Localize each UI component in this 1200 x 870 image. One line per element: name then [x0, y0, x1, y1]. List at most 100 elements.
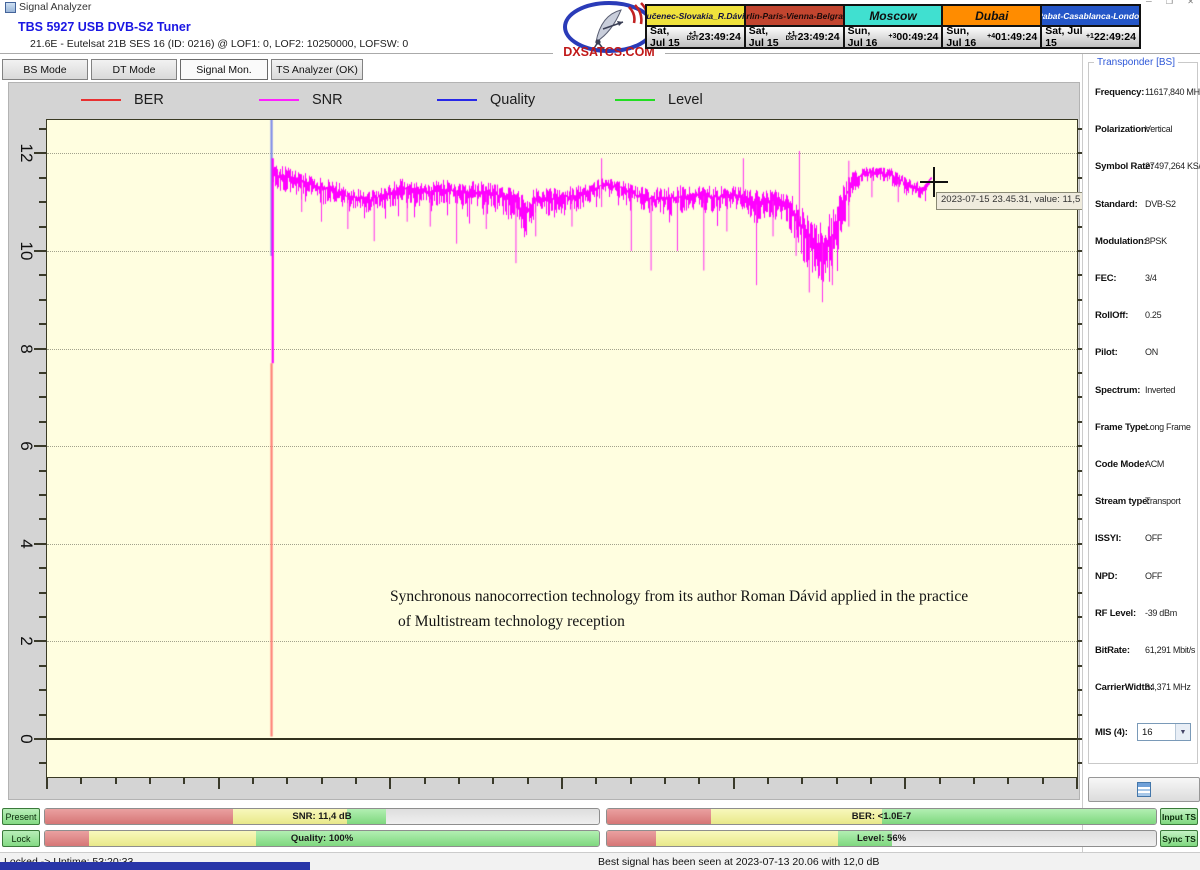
- axis-tick: [39, 616, 46, 618]
- field-value: OFF: [1145, 571, 1162, 581]
- mode-tabs: BS ModeDT ModeSignal Mon.TS Analyzer (OK…: [2, 59, 363, 80]
- clock-city-label: Dubai: [943, 6, 1040, 27]
- snr-trace-canvas: [47, 120, 1077, 777]
- axis-tick: [458, 778, 460, 784]
- axis-tick: [39, 372, 46, 374]
- axis-tick: [492, 778, 494, 784]
- taskbar-fragment[interactable]: [0, 862, 310, 870]
- axis-tick: [39, 470, 46, 472]
- axis-tick: [39, 567, 46, 569]
- chart-plot-area[interactable]: Synchronous nanocorrection technology fr…: [46, 119, 1078, 778]
- legend-swatch: [259, 99, 299, 101]
- axis-tick: [424, 778, 426, 784]
- axis-tick: [595, 778, 597, 784]
- legend-item-quality: Quality: [437, 92, 615, 108]
- clock-moscow: MoscowSun, Jul 16+300:49:24: [845, 6, 944, 47]
- clock-date: Sat, Jul 15: [749, 25, 786, 49]
- field-value: ON: [1145, 347, 1158, 357]
- clock-utc-offset: +1: [1086, 34, 1094, 40]
- clock-date: Sat, Jul 15: [650, 25, 687, 49]
- axis-tick: [836, 778, 838, 784]
- clock-city-label: Rabat-Casablanca-London: [1042, 6, 1139, 27]
- axis-tick: [80, 778, 82, 784]
- clock-time: Sun, Jul 16+300:49:24: [845, 27, 942, 47]
- app-icon: [5, 2, 16, 13]
- transponder-group-label: Transponder [BS]: [1094, 57, 1178, 68]
- field-value: Long Frame: [1145, 422, 1191, 432]
- tab-signal-mon-[interactable]: Signal Mon.: [180, 59, 268, 80]
- axis-tick: [973, 778, 975, 784]
- field-value: Vertical: [1145, 124, 1172, 134]
- input-ts-indicator[interactable]: Input TS: [1160, 808, 1198, 825]
- level-progress-bar: Level: 56%: [606, 830, 1157, 847]
- axis-tick: [39, 128, 46, 130]
- sync-ts-indicator[interactable]: Sync TS: [1160, 830, 1198, 847]
- stream-list-button[interactable]: [1088, 777, 1200, 802]
- clock-time: Sat, Jul 15+1DST23:49:24: [746, 27, 843, 47]
- field-label: Code Mode:: [1095, 459, 1147, 470]
- field-value: OFF: [1145, 533, 1162, 543]
- axis-tick: [39, 421, 46, 423]
- clock-city-label: Berlin-Paris-Vienna-Belgrade: [746, 6, 843, 27]
- axis-tick: [39, 323, 46, 325]
- axis-tick: [1076, 778, 1078, 789]
- best-signal-status: Best signal has been seen at 2023-07-13 …: [598, 856, 879, 868]
- field-value: Inverted: [1145, 385, 1175, 395]
- y-axis-label-12: 12: [13, 140, 39, 166]
- tab-ts-analyzer-ok-[interactable]: TS Analyzer (OK): [271, 59, 363, 80]
- chart-panel: BERSNRQualityLevel 024681012 Synchronous…: [8, 82, 1080, 800]
- clock-rabat-casablanca-london: Rabat-Casablanca-LondonSat, Jul 15+122:4…: [1042, 6, 1139, 47]
- legend-label: BER: [134, 92, 164, 108]
- level-bar-label: Level: 56%: [607, 833, 1156, 844]
- legend-swatch: [437, 99, 477, 101]
- axis-tick: [39, 689, 46, 691]
- field-value: 11617,840 MHz: [1145, 87, 1200, 97]
- world-clocks: Lučenec-Slovakia_R.DávidSat, Jul 15+1DST…: [645, 4, 1141, 49]
- clock-hms: 23:49:24: [798, 31, 840, 43]
- annotation-line2: of Multistream technology reception: [398, 609, 1030, 634]
- axis-tick: [870, 778, 872, 784]
- window-controls[interactable]: ─ ❐ ✕: [1146, 0, 1200, 7]
- window-title: Signal Analyzer: [19, 1, 91, 13]
- transponder-groupbox: Transponder [BS] Frequency:11617,840 MHz…: [1088, 62, 1198, 764]
- legend-item-snr: SNR: [259, 92, 437, 108]
- chart-legend: BER SNR Quality Level: [81, 89, 793, 111]
- axis-tick: [389, 778, 391, 789]
- clock-date: Sun, Jul 16: [848, 25, 889, 49]
- axis-tick: [39, 494, 46, 496]
- axis-tick: [46, 778, 48, 789]
- field-value: ACM: [1145, 459, 1164, 469]
- axis-tick: [39, 714, 46, 716]
- present-indicator[interactable]: Present: [2, 808, 40, 825]
- legend-item-ber: BER: [81, 92, 259, 108]
- axis-tick: [39, 396, 46, 398]
- y-axis-label-0: 0: [13, 726, 39, 752]
- axis-tick: [664, 778, 666, 784]
- lock-indicator[interactable]: Lock: [2, 830, 40, 847]
- chart-annotation: Synchronous nanocorrection technology fr…: [390, 584, 1030, 634]
- clock-city-label: Moscow: [845, 6, 942, 27]
- axis-tick: [527, 778, 529, 784]
- snr-bar-label: SNR: 11,4 dB: [45, 811, 599, 822]
- clock-utc-offset: +3: [888, 34, 896, 40]
- value-tooltip: 2023-07-15 23.45.31, value: 11,5: [936, 192, 1085, 210]
- field-value: 8PSK: [1145, 236, 1167, 246]
- axis-tick: [1042, 778, 1044, 784]
- clock-utc-offset: +4: [987, 34, 995, 40]
- axis-tick: [39, 592, 46, 594]
- logo-text: DXSATCS.COM: [563, 45, 654, 59]
- legend-label: SNR: [312, 92, 343, 108]
- clock-dubai: DubaiSun, Jul 16+401:49:24: [943, 6, 1042, 47]
- mis-dropdown[interactable]: 16 ▼: [1137, 723, 1191, 741]
- legend-label: Level: [668, 92, 703, 108]
- tab-bs-mode[interactable]: BS Mode: [2, 59, 88, 80]
- clock-time: Sat, Jul 15+1DST23:49:24: [647, 27, 744, 47]
- signal-analyzer-window: Signal Analyzer ─ ❐ ✕ TBS 5927 USB DVB-S…: [0, 0, 1200, 870]
- field-value: 3/4: [1145, 273, 1157, 283]
- clock-utc-offset: +1DST: [786, 32, 798, 43]
- tab-dt-mode[interactable]: DT Mode: [91, 59, 177, 80]
- axis-tick: [801, 778, 803, 784]
- field-label: Frame Type:: [1095, 422, 1149, 433]
- axis-tick: [904, 778, 906, 789]
- field-value: -39 dBm: [1145, 608, 1177, 618]
